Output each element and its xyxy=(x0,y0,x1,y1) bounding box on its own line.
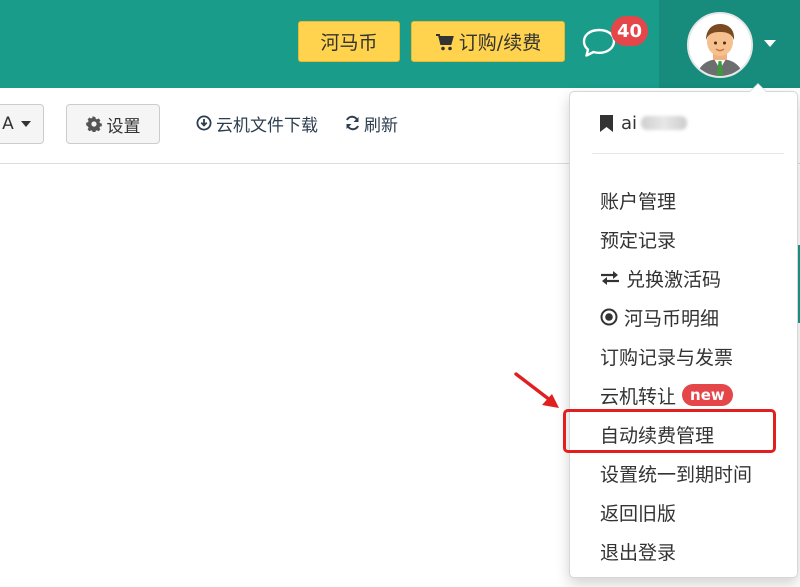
new-badge: new xyxy=(682,384,733,406)
menu-item-legacy-version[interactable]: 返回旧版 xyxy=(600,497,676,527)
menu-item-label: 预定记录 xyxy=(600,229,677,252)
order-renew-button[interactable]: 订购/续费 xyxy=(411,21,565,62)
cloud-file-download-label: 云机文件下载 xyxy=(216,115,318,136)
username-text: ai xyxy=(621,112,638,134)
menu-item-label: 设置统一到期时间 xyxy=(600,463,753,486)
settings-label: 设置 xyxy=(106,116,141,137)
gear-icon xyxy=(85,116,102,132)
hippo-coin-button[interactable]: 河马币 xyxy=(298,21,400,62)
menu-item-orders-invoices[interactable]: 订购记录与发票 xyxy=(600,341,733,371)
refresh-label: 刷新 xyxy=(364,115,398,136)
menu-item-coin-details[interactable]: 河马币明细 xyxy=(600,302,719,332)
refresh-link[interactable]: 刷新 xyxy=(344,108,398,138)
caret-down-icon xyxy=(20,121,31,127)
menu-item-label: 云机转让 xyxy=(600,385,677,408)
order-renew-label: 订购/续费 xyxy=(458,32,542,54)
user-avatar[interactable] xyxy=(687,12,753,78)
menu-username: ai xyxy=(600,110,688,136)
menu-item-label: 退出登录 xyxy=(600,541,677,564)
menu-divider xyxy=(592,153,784,154)
menu-item-redeem-code[interactable]: 兑换激活码 xyxy=(600,263,721,293)
menu-item-label: 返回旧版 xyxy=(600,502,677,525)
hippo-coin-label: 河马币 xyxy=(320,32,378,54)
menu-item-cloud-transfer[interactable]: 云机转让 new xyxy=(600,380,733,410)
menu-item-logout[interactable]: 退出登录 xyxy=(600,536,676,566)
highlight-box xyxy=(563,409,776,453)
arrow-icon xyxy=(514,372,559,408)
download-icon xyxy=(196,115,212,131)
user-dropdown-menu: ai 账户管理 预定记录 兑换激活码 河马币明细 订购记录与发票 云机转让 ne… xyxy=(569,83,798,578)
caret-down-icon[interactable] xyxy=(764,40,776,47)
menu-item-label: 河马币明细 xyxy=(624,307,720,330)
cart-icon xyxy=(435,33,454,50)
bookmark-icon xyxy=(600,114,613,132)
settings-button[interactable]: 设置 xyxy=(66,104,160,144)
message-count-badge: 40 xyxy=(611,16,649,46)
cloud-file-download-link[interactable]: 云机文件下载 xyxy=(196,108,318,138)
menu-item-label: 兑换激活码 xyxy=(626,268,722,291)
exchange-icon xyxy=(600,270,620,286)
refresh-icon xyxy=(346,115,359,131)
username-blurred xyxy=(641,116,688,130)
target-icon xyxy=(600,308,618,326)
toolbar-dropdown-label: A xyxy=(2,114,14,134)
avatar-icon xyxy=(689,14,751,76)
menu-item-account[interactable]: 账户管理 xyxy=(600,185,676,215)
menu-item-reservations[interactable]: 预定记录 xyxy=(600,224,676,254)
menu-item-label: 订购记录与发票 xyxy=(600,346,734,369)
menu-item-label: 账户管理 xyxy=(600,190,677,213)
toolbar-dropdown-button[interactable]: A xyxy=(0,104,44,144)
menu-item-unify-expiry[interactable]: 设置统一到期时间 xyxy=(600,458,752,488)
